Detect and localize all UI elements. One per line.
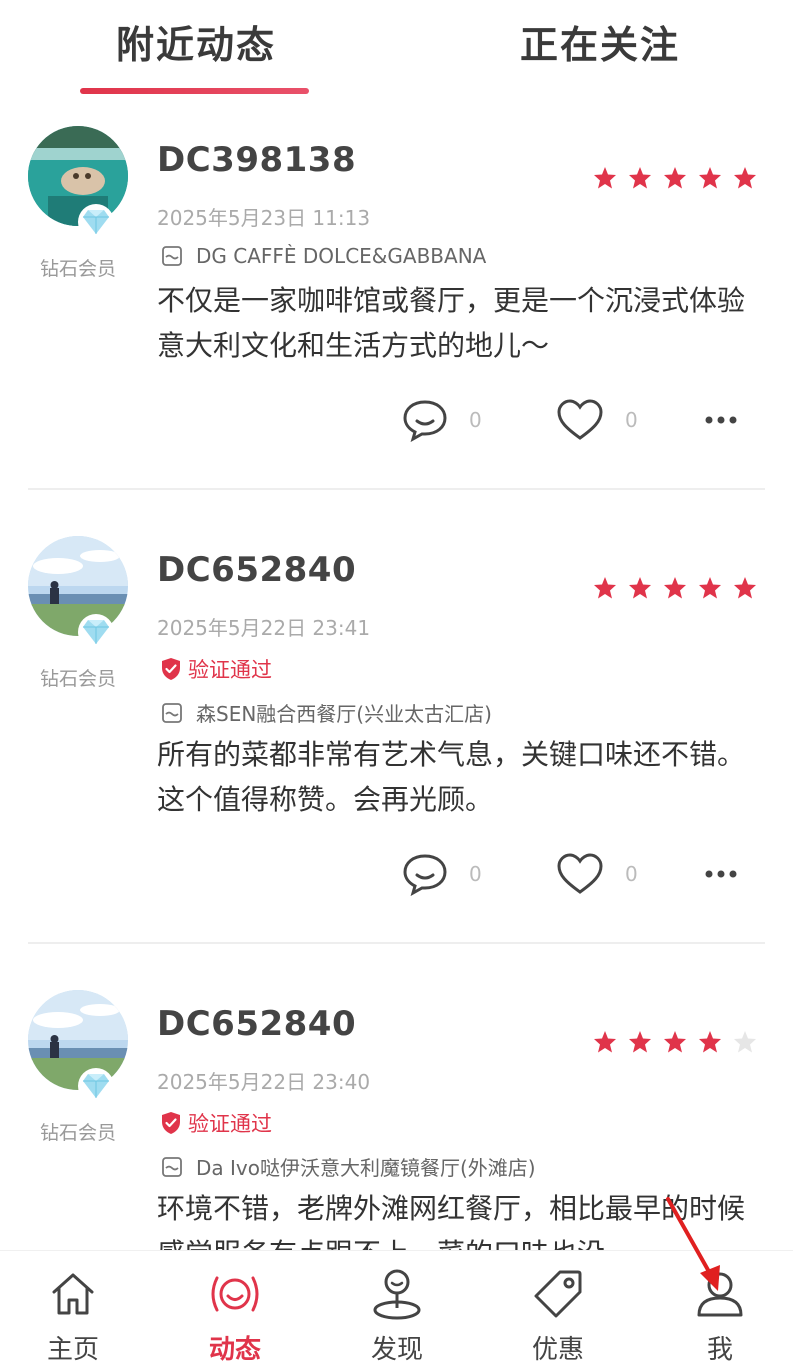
active-tab-indicator [80, 88, 309, 94]
nav-label-feed: 动态 [208, 1335, 261, 1363]
heart-icon[interactable] [556, 852, 604, 896]
post-card[interactable]: 钻石会员 DC652840 2025年5月22日 23:41 验证通过 森SEN… [0, 490, 793, 944]
nav-label-discover: 发现 [370, 1335, 423, 1363]
pointer-arrow-icon [666, 1197, 720, 1291]
diamond-icon [78, 204, 114, 240]
diamond-icon [78, 1068, 114, 1104]
tab-nearby[interactable]: 附近动态 [116, 14, 276, 69]
timestamp: 2025年5月23日 11:13 [157, 206, 371, 230]
nav-item-deals[interactable]: 优惠 [503, 1265, 613, 1363]
post-content[interactable]: 不仅是一家咖啡馆或餐厅，更是一个沉浸式体验意大利文化和生活方式的地儿～ [157, 278, 767, 368]
star-filled-icon [699, 1031, 721, 1053]
verified-badge: 验证通过 [160, 654, 272, 684]
timestamp: 2025年5月22日 23:40 [157, 1070, 371, 1094]
star-empty-icon [734, 1031, 756, 1053]
member-label: 钻石会员 [39, 1122, 116, 1144]
comment-icon[interactable] [402, 852, 448, 896]
nav-item-discover[interactable]: 发现 [342, 1265, 452, 1363]
member-label: 钻石会员 [39, 258, 116, 280]
venue-link[interactable]: DG CAFFÈ DOLCE&GABBANA [160, 244, 486, 268]
shield-check-icon [162, 658, 180, 680]
avatar[interactable] [28, 990, 128, 1104]
shield-check-icon [162, 1112, 180, 1134]
username[interactable]: DC398138 [157, 140, 356, 180]
store-icon [162, 702, 182, 723]
star-filled-icon [629, 577, 651, 599]
store-icon [162, 246, 182, 266]
post-content[interactable]: 所有的菜都非常有艺术气息，关键口味还不错。这个值得称赞。会再光顾。 [157, 732, 767, 822]
comment-count: 0 [469, 408, 482, 432]
post-card[interactable]: 钻石会员 DC398138 2025年5月23日 11:13 DG CAFFÈ … [0, 110, 793, 490]
star-rating [593, 576, 757, 600]
username[interactable]: DC652840 [157, 550, 356, 590]
star-filled-icon [664, 1031, 686, 1053]
username[interactable]: DC652840 [157, 1004, 356, 1044]
star-filled-icon [699, 167, 721, 189]
avatar[interactable] [28, 536, 128, 650]
avatar[interactable] [28, 126, 128, 240]
star-filled-icon [594, 1031, 616, 1053]
tab-following[interactable]: 正在关注 [520, 14, 680, 69]
heart-icon[interactable] [556, 398, 604, 442]
venue-link[interactable]: 森SEN融合西餐厅(兴业太古汇店) [160, 698, 492, 727]
comment-count: 0 [469, 862, 482, 886]
star-filled-icon [734, 577, 756, 599]
star-filled-icon [664, 167, 686, 189]
more-icon[interactable] [704, 864, 738, 884]
like-count: 0 [625, 862, 638, 886]
star-filled-icon [629, 167, 651, 189]
store-icon [162, 1156, 182, 1177]
nav-label-profile: 我 [706, 1335, 733, 1363]
star-filled-icon [594, 167, 616, 189]
feed-icon [211, 1276, 259, 1312]
venue-name: Da Ivo哒伊沃意大利魔镜餐厅(外滩店) [196, 1156, 536, 1180]
post-actions: 0 0 [0, 398, 793, 448]
star-filled-icon [629, 1031, 651, 1053]
nav-label-home: 主页 [46, 1335, 99, 1363]
member-label: 钻石会员 [39, 668, 116, 690]
nav-label-deals: 优惠 [531, 1335, 584, 1363]
nav-item-home[interactable]: 主页 [18, 1265, 128, 1363]
star-filled-icon [699, 577, 721, 599]
discover-icon [373, 1269, 421, 1320]
venue-name: DG CAFFÈ DOLCE&GABBANA [196, 244, 487, 268]
venue-link[interactable]: Da Ivo哒伊沃意大利魔镜餐厅(外滩店) [160, 1152, 536, 1181]
verified-badge: 验证通过 [160, 1108, 272, 1138]
tag-icon [534, 1270, 582, 1318]
diamond-icon [78, 614, 114, 650]
star-filled-icon [664, 577, 686, 599]
timestamp: 2025年5月22日 23:41 [157, 616, 371, 640]
top-tabs: 附近动态 正在关注 [0, 0, 793, 110]
star-filled-icon [594, 577, 616, 599]
venue-name: 森SEN融合西餐厅(兴业太古汇店) [196, 702, 492, 726]
post-actions: 0 0 [0, 852, 793, 902]
verified-label: 验证通过 [188, 1112, 272, 1136]
like-count: 0 [625, 408, 638, 432]
star-rating [593, 1030, 757, 1054]
more-icon[interactable] [704, 410, 738, 430]
home-icon [52, 1273, 94, 1315]
nav-item-feed[interactable]: 动态 [180, 1265, 290, 1363]
verified-label: 验证通过 [188, 658, 272, 682]
star-filled-icon [734, 167, 756, 189]
comment-icon[interactable] [402, 398, 448, 442]
feed-list[interactable]: 钻石会员 DC398138 2025年5月23日 11:13 DG CAFFÈ … [0, 110, 793, 1250]
star-rating [593, 166, 757, 190]
